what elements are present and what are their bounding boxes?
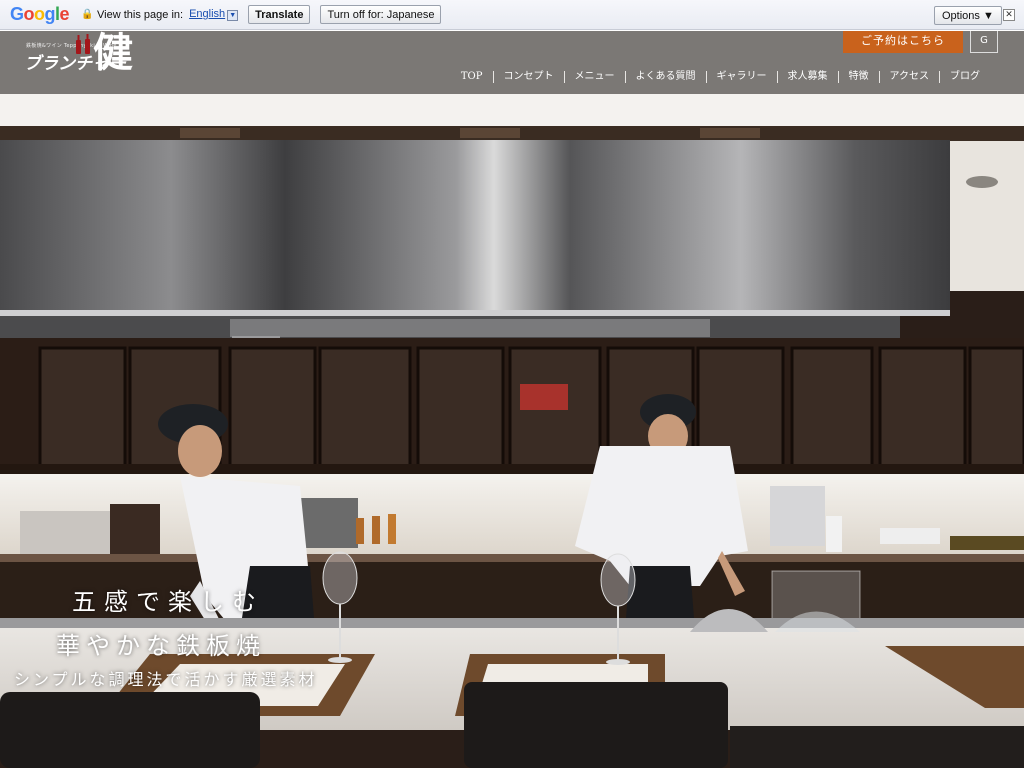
turn-off-button[interactable]: Turn off for: Japanese [320, 5, 442, 24]
main-nav: TOP コンセプト メニュー よくある質問 ギャラリー 求人募集 特徴 アクセス… [451, 71, 990, 83]
hero-subheading: シンプルな調理法で活かす厳選素材 [14, 670, 318, 689]
nav-item-features[interactable]: 特徴 [837, 71, 879, 83]
logo-kanji: 健 [93, 29, 133, 76]
nav-item-menu[interactable]: メニュー [563, 71, 625, 83]
nav-item-blog[interactable]: ブログ [939, 71, 990, 83]
google-translate-bar: Google 🔒 View this page in: English ▼ Tra… [0, 0, 1024, 30]
nav-item-faq[interactable]: よくある質問 [624, 71, 706, 83]
lock-icon: 🔒 [81, 9, 94, 20]
google-logo: Google [10, 4, 70, 24]
reservation-button[interactable]: ご予約はこちら [843, 31, 963, 53]
language-select[interactable]: English ▼ [189, 8, 239, 21]
google-translate-icon[interactable]: G [970, 31, 998, 53]
nav-item-concept[interactable]: コンセプト [492, 71, 564, 83]
site-header: 鉄板焼&ワイン Teppanyaki & Wine ブランチャー 健 ご予約はこ… [0, 31, 1024, 94]
language-label: English [189, 8, 226, 20]
translate-prompt: View this page in: [97, 8, 184, 21]
options-button[interactable]: Options ▼ [934, 6, 1002, 25]
hero-heading-line1: 五感で楽しむ [72, 588, 264, 616]
chevron-down-icon: ▼ [227, 10, 239, 21]
translate-button[interactable]: Translate [248, 5, 311, 24]
header-spacer-band [0, 94, 1024, 126]
nav-item-top[interactable]: TOP [451, 71, 493, 83]
nav-item-access[interactable]: アクセス [878, 71, 940, 83]
nav-item-recruit[interactable]: 求人募集 [776, 71, 838, 83]
hero-heading-line2: 華やかな鉄板焼 [56, 632, 266, 660]
hero-banner: 五感で楽しむ 華やかな鉄板焼 シンプルな調理法で活かす厳選素材 [0, 126, 1024, 768]
close-icon[interactable]: ✕ [1003, 9, 1015, 21]
nav-item-gallery[interactable]: ギャラリー [705, 71, 777, 83]
